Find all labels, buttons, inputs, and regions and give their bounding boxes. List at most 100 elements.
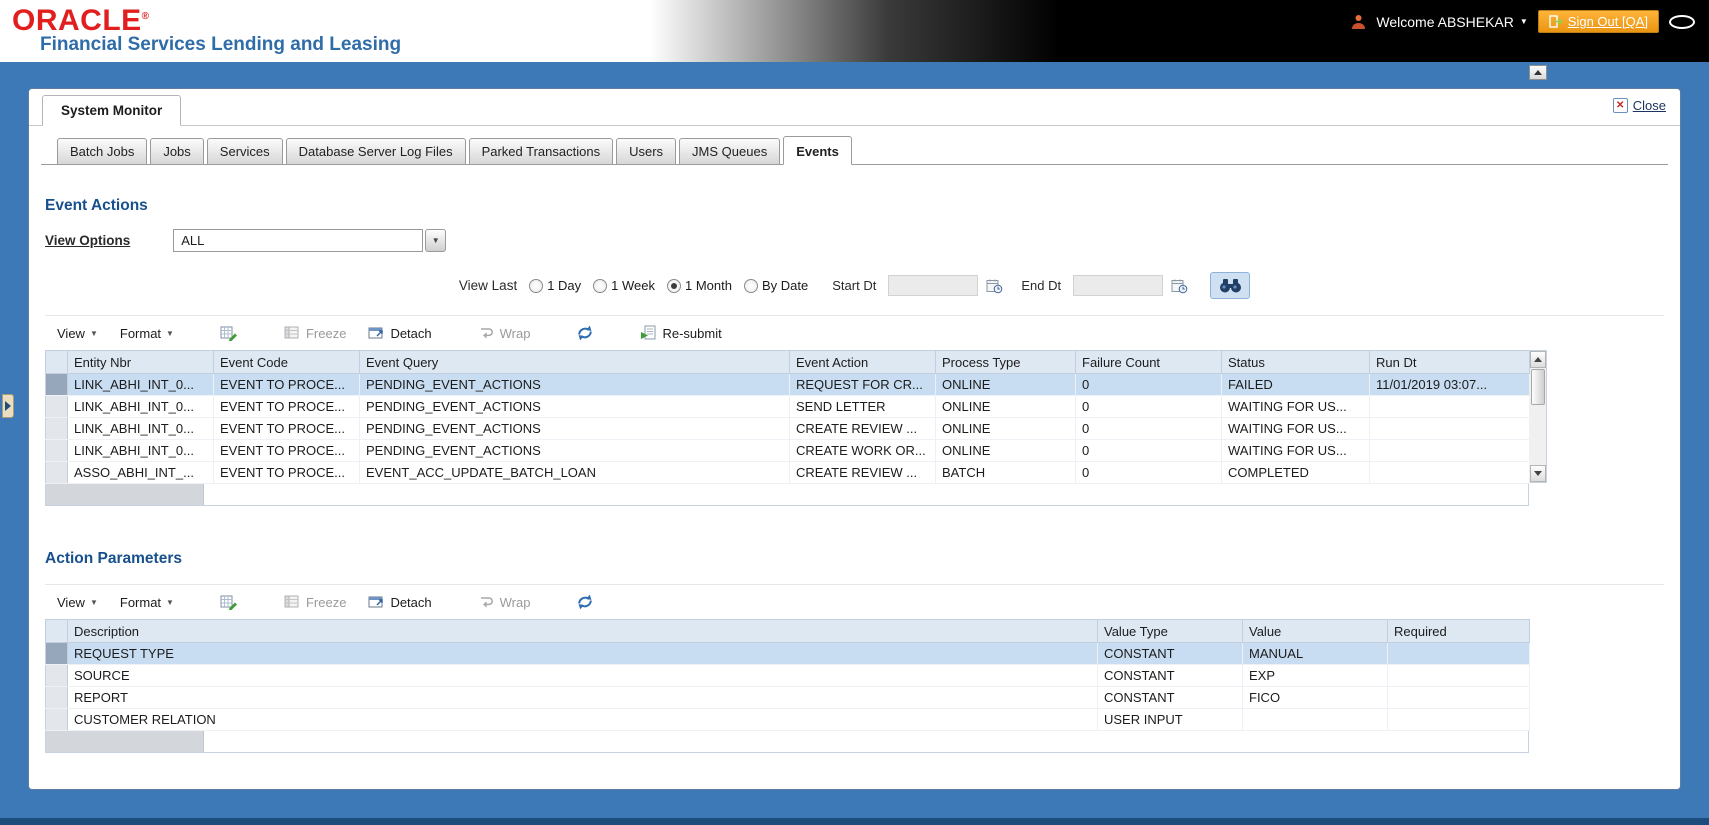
col-failure-count[interactable]: Failure Count [1075,350,1222,374]
wrap-button[interactable]: Wrap [472,592,537,612]
cell-value-type: CONSTANT [1097,664,1243,687]
cell-failure-count: 0 [1075,395,1222,418]
export-button[interactable] [214,323,244,343]
freeze-button[interactable]: Freeze [278,592,352,612]
row-selector[interactable] [45,417,68,440]
table-row[interactable]: LINK_ABHI_INT_0... EVENT TO PROCE... PEN… [45,417,1530,440]
wrap-label: Wrap [499,325,531,341]
row-selector[interactable] [45,461,68,484]
resubmit-button[interactable]: Re-submit [634,323,727,343]
tab-jms-queues[interactable]: JMS Queues [679,138,781,165]
cell-entity-nbr: LINK_ABHI_INT_0... [67,439,214,462]
cell-run-dt [1369,439,1530,462]
cell-status: FAILED [1221,373,1370,396]
close-icon: ✕ [1612,98,1628,113]
radio-label: By Date [762,278,809,293]
binoculars-icon [1219,279,1241,293]
cell-event-action: CREATE REVIEW ... [789,417,936,440]
refresh-button[interactable] [570,591,600,613]
wrap-button[interactable]: Wrap [472,323,537,343]
table-row[interactable]: REQUEST TYPE CONSTANT MANUAL [45,642,1530,665]
left-panel-expander[interactable] [2,394,14,418]
cell-process-type: ONLINE [935,395,1076,418]
scrollbar-thumb[interactable] [1531,369,1545,405]
detach-button[interactable]: Detach [362,592,437,612]
refresh-button[interactable] [570,322,600,344]
view-options-combobox[interactable]: ALL ▼ [173,229,447,252]
row-selector[interactable] [45,664,68,687]
scrollbar-down-button[interactable] [1530,465,1546,482]
detach-button[interactable]: Detach [362,323,437,343]
page-scroll-up-button[interactable] [1529,65,1547,80]
col-required[interactable]: Required [1387,619,1530,643]
cell-run-dt: 11/01/2019 03:07... [1369,373,1530,396]
tab-database-server-log-files[interactable]: Database Server Log Files [285,138,466,165]
registered-mark: ® [141,11,150,22]
event-actions-scrollbar[interactable] [1530,350,1547,483]
close-label: Close [1632,98,1666,113]
col-entity-nbr[interactable]: Entity Nbr [67,350,214,374]
chevron-down-icon: ▼ [166,597,174,607]
chevron-down-icon: ▼ [1519,17,1528,26]
row-selector[interactable] [45,708,68,731]
cell-required [1387,708,1530,731]
table-row[interactable]: LINK_ABHI_INT_0... EVENT TO PROCE... PEN… [45,395,1530,418]
format-menu-button[interactable]: Format ▼ [114,593,180,612]
table-row[interactable]: CUSTOMER RELATION USER INPUT [45,708,1530,731]
app-subtitle: Financial Services Lending and Leasing [40,34,402,55]
col-description[interactable]: Description [67,619,1098,643]
cell-entity-nbr: LINK_ABHI_INT_0... [67,373,214,396]
radio-1-month[interactable]: 1 Month [667,278,732,293]
format-menu-button[interactable]: Format ▼ [114,324,180,343]
end-dt-calendar-button[interactable] [1171,278,1188,294]
sign-out-button[interactable]: Sign Out [QA] [1537,10,1659,33]
tab-services[interactable]: Services [206,138,283,165]
table-row[interactable]: ASSO_ABHI_INT_... EVENT TO PROCE... EVEN… [45,461,1530,484]
start-dt-calendar-button[interactable] [986,278,1003,294]
table-row[interactable]: LINK_ABHI_INT_0... EVENT TO PROCE... PEN… [45,373,1530,396]
radio-1-day[interactable]: 1 Day [529,278,581,293]
col-event-action[interactable]: Event Action [789,350,936,374]
col-process-type[interactable]: Process Type [935,350,1076,374]
sign-out-label: Sign Out [QA] [1567,14,1648,29]
close-button[interactable]: ✕ Close [1612,98,1666,113]
view-menu-button[interactable]: View ▼ [51,593,104,612]
row-selector[interactable] [45,395,68,418]
grid-footer-selector [46,731,204,752]
col-value[interactable]: Value [1242,619,1388,643]
row-selector[interactable] [45,686,68,709]
search-button[interactable] [1210,272,1251,299]
radio-1-week[interactable]: 1 Week [593,278,655,293]
scrollbar-up-button[interactable] [1530,351,1546,368]
table-row[interactable]: LINK_ABHI_INT_0... EVENT TO PROCE... PEN… [45,439,1530,462]
row-selector[interactable] [45,642,68,665]
tab-events[interactable]: Events [783,136,852,165]
tab-parked-transactions[interactable]: Parked Transactions [468,138,614,165]
tab-jobs[interactable]: Jobs [150,138,204,165]
tab-batch-jobs[interactable]: Batch Jobs [57,138,148,165]
grid-empty-area [45,484,1529,506]
view-menu-button[interactable]: View ▼ [51,324,104,343]
col-run-dt[interactable]: Run Dt [1369,350,1530,374]
row-selector[interactable] [45,439,68,462]
start-dt-input[interactable] [888,275,979,296]
table-row[interactable]: REPORT CONSTANT FICO [45,686,1530,709]
view-options-value: ALL [173,229,424,252]
tab-users[interactable]: Users [616,138,677,165]
col-event-query[interactable]: Event Query [359,350,790,374]
row-selector[interactable] [45,373,68,396]
table-row[interactable]: SOURCE CONSTANT EXP [45,664,1530,687]
freeze-button[interactable]: Freeze [278,323,352,343]
col-status[interactable]: Status [1221,350,1370,374]
welcome-user-menu[interactable]: Welcome ABSHEKAR ▼ [1376,14,1527,30]
window-title-tab[interactable]: System Monitor [42,95,182,126]
cell-event-query: EVENT_ACC_UPDATE_BATCH_LOAN [359,461,790,484]
col-event-code[interactable]: Event Code [213,350,360,374]
scrollbar-track[interactable] [1530,368,1546,465]
export-button[interactable] [214,592,244,612]
radio-by-date[interactable]: By Date [744,278,808,293]
col-value-type[interactable]: Value Type [1097,619,1243,643]
combo-dropdown-button[interactable]: ▼ [425,229,447,252]
end-dt-input[interactable] [1073,275,1164,296]
cell-status: WAITING FOR US... [1221,395,1370,418]
